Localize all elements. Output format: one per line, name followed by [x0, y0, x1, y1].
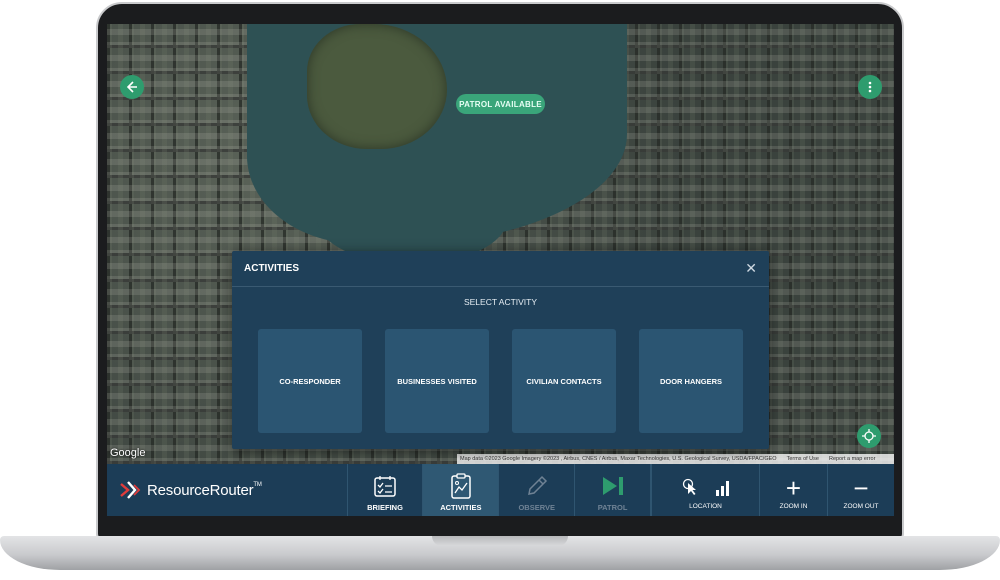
tab-observe[interactable]: OBSERVE	[499, 464, 576, 516]
attribution-text: Map data ©2023 Google Imagery ©2023 , Ai…	[460, 456, 777, 462]
tab-activities[interactable]: ACTIVITIES	[423, 464, 500, 516]
tab-briefing-label: BRIEFING	[367, 503, 403, 512]
modal-title: ACTIVITIES	[244, 263, 300, 274]
app-screen: PATROL AVAILABLE Google Map data ©2023 G…	[107, 24, 894, 516]
modal-header: ACTIVITIES ✕	[232, 251, 769, 287]
report-error-link[interactable]: Report a map error	[829, 456, 875, 462]
tab-observe-label: OBSERVE	[518, 503, 555, 512]
brand-name: ResourceRouterTM	[147, 482, 262, 499]
terms-link[interactable]: Terms of Use	[787, 456, 819, 462]
tab-patrol[interactable]: PATROL	[575, 464, 651, 516]
zoom-out-label: ZOOM OUT	[843, 503, 879, 510]
more-vertical-icon[interactable]	[858, 75, 882, 99]
bottom-toolbar: ResourceRouterTM BRIEFING ACTIVITIES OBS…	[107, 464, 894, 516]
pencil-icon	[525, 472, 549, 500]
minus-icon: −	[853, 473, 869, 503]
activities-modal: ACTIVITIES ✕ SELECT ACTIVITY CO-RESPONDE…	[232, 251, 769, 449]
activity-card-civilian-contacts[interactable]: CIVILIAN CONTACTS	[512, 329, 616, 433]
zoom-in-button[interactable]: + ZOOM IN	[760, 464, 828, 516]
location-pointer-icon	[682, 478, 698, 501]
signal-bars-icon	[715, 480, 730, 501]
laptop-notch	[432, 536, 568, 546]
recenter-crosshair-icon[interactable]	[857, 424, 881, 448]
play-next-icon	[600, 472, 626, 500]
patrol-available-badge[interactable]: PATROL AVAILABLE	[456, 94, 545, 114]
select-activity-heading: SELECT ACTIVITY	[463, 297, 538, 307]
tab-activities-label: ACTIVITIES	[440, 503, 482, 512]
location-button[interactable]: LOCATION	[651, 464, 760, 516]
resourcerouter-logo-icon	[119, 479, 141, 501]
activity-card-list: CO-RESPONDER BUSINESSES VISITED CIVILIAN…	[232, 329, 769, 433]
brand-logo: ResourceRouterTM	[107, 464, 348, 516]
tab-patrol-label: PATROL	[597, 503, 628, 512]
location-icons	[682, 477, 730, 501]
activity-card-door-hangers[interactable]: DOOR HANGERS	[639, 329, 743, 433]
tab-briefing[interactable]: BRIEFING	[348, 464, 424, 516]
brand-trademark: TM	[253, 481, 262, 488]
clipboard-chart-icon	[449, 472, 473, 500]
zoom-out-button[interactable]: − ZOOM OUT	[828, 464, 894, 516]
location-label: LOCATION	[689, 503, 722, 510]
activity-card-co-responder[interactable]: CO-RESPONDER	[258, 329, 362, 433]
brand-name-text: ResourceRouter	[147, 481, 254, 499]
map-attribution: Map data ©2023 Google Imagery ©2023 , Ai…	[457, 454, 894, 464]
calendar-checklist-icon	[373, 472, 397, 500]
activity-card-businesses-visited[interactable]: BUSINESSES VISITED	[385, 329, 489, 433]
map-controls: LOCATION + ZOOM IN − ZOOM OUT	[651, 464, 894, 516]
close-icon[interactable]: ✕	[745, 260, 757, 277]
peninsula	[307, 24, 447, 149]
plus-icon: +	[785, 473, 802, 503]
google-logo: Google	[110, 447, 146, 459]
back-arrow-icon[interactable]	[120, 75, 144, 99]
zoom-in-label: ZOOM IN	[779, 503, 808, 510]
